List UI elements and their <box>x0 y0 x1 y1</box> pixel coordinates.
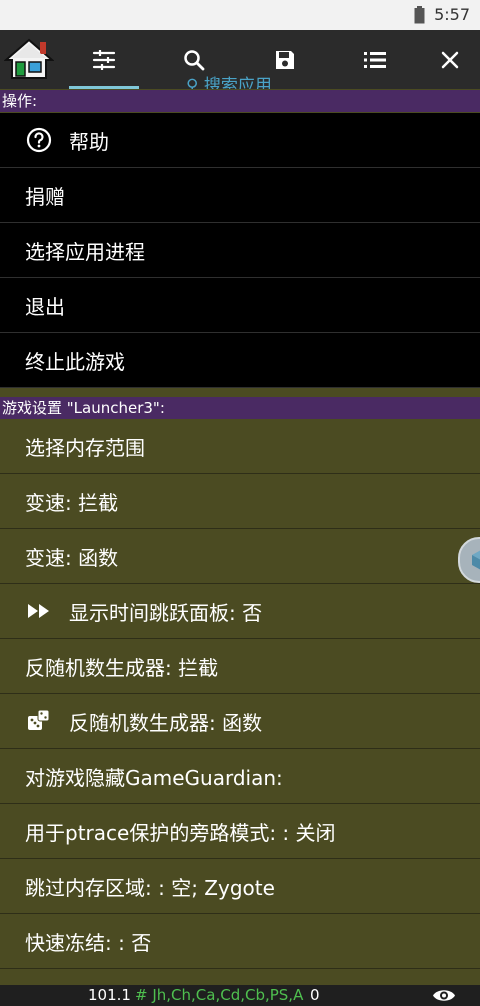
menu-item-speedhack-hook[interactable]: 变速: 拦截 <box>0 474 480 529</box>
save-icon <box>276 50 294 69</box>
menu-item-anti-rng-hook[interactable]: 反随机数生成器: 拦截 <box>0 639 480 694</box>
menu-item-kill-game[interactable]: 终止此游戏 <box>0 333 480 388</box>
menu-item-label: 反随机数生成器: 函数 <box>69 710 263 735</box>
result-count: 0 <box>310 986 320 1004</box>
menu-item-label: 选择内存范围 <box>25 435 145 460</box>
game-settings-header: 游戏设置 "Launcher3": <box>0 397 480 419</box>
help-circle-icon <box>25 126 53 154</box>
menu-item-ptrace-bypass[interactable]: 用于ptrace保护的旁路模式: : 关闭 <box>0 804 480 859</box>
bottom-status-bar: 101.1 # Jh,Ch,Ca,Cd,Cb,PS,A 0 <box>0 985 480 1006</box>
menu-item-label: 对游戏隐藏GameGuardian: <box>25 765 283 790</box>
menu-item-label: 反随机数生成器: 拦截 <box>25 655 219 680</box>
menu-item-label: 快速冻结: : 否 <box>25 930 152 955</box>
menu-item-label: 终止此游戏 <box>25 349 125 374</box>
status-bar: 5:57 <box>0 0 480 30</box>
menu-item-fast-freeze[interactable]: 快速冻结: : 否 <box>0 914 480 969</box>
menu-item-label: 选择应用进程 <box>25 239 145 264</box>
menu-item-exit[interactable]: 退出 <box>0 278 480 333</box>
clock: 5:57 <box>434 5 470 24</box>
menu-item-help[interactable]: 帮助 <box>0 113 480 168</box>
menu-item-label: 用于ptrace保护的旁路模式: : 关闭 <box>25 820 336 845</box>
memory-value: 101.1 <box>88 986 131 1004</box>
close-button[interactable] <box>415 30 480 89</box>
menu-item-hide-gameguardian[interactable]: 对游戏隐藏GameGuardian: <box>0 749 480 804</box>
tab-settings[interactable] <box>69 30 139 89</box>
game-settings-menu: 选择内存范围 变速: 拦截 变速: 函数 显示时间跳跃面板: 否 反随机数生成器… <box>0 419 480 969</box>
list-button[interactable] <box>340 30 410 89</box>
menu-item-label: 变速: 拦截 <box>25 490 119 515</box>
actions-menu: 帮助 捐赠 选择应用进程 退出 终止此游戏 <box>0 113 480 388</box>
ghost-search-label: 搜索应用 <box>203 76 272 89</box>
menu-item-skip-memory-regions[interactable]: 跳过内存区域: : 空; Zygote <box>0 859 480 914</box>
menu-item-label: 跳过内存区域: : 空; Zygote <box>25 875 275 900</box>
menu-item-memory-range[interactable]: 选择内存范围 <box>0 419 480 474</box>
menu-item-label: 退出 <box>25 294 65 319</box>
menu-item-donate[interactable]: 捐赠 <box>0 168 480 223</box>
menu-item-label: 帮助 <box>69 129 109 154</box>
menu-item-anti-rng-function[interactable]: 反随机数生成器: 函数 <box>0 694 480 749</box>
cube-icon <box>472 550 480 570</box>
menu-item-label: 捐赠 <box>25 184 65 209</box>
eye-icon[interactable] <box>432 987 456 1004</box>
sliders-icon <box>92 49 116 70</box>
menu-item-label: 显示时间跳跃面板: 否 <box>69 600 263 625</box>
search-icon <box>184 49 205 70</box>
menu-item-speedhack-function[interactable]: 变速: 函数 <box>0 529 480 584</box>
list-icon <box>364 51 386 68</box>
close-icon <box>441 51 459 68</box>
menu-item-select-process[interactable]: 选择应用进程 <box>0 223 480 278</box>
actions-header: 操作: <box>0 90 480 112</box>
fast-forward-icon <box>25 597 53 625</box>
ghost-search-icon: ⚲ <box>186 76 199 89</box>
battery-icon <box>414 6 425 24</box>
menu-item-time-jump-panel[interactable]: 显示时间跳跃面板: 否 <box>0 584 480 639</box>
menu-item-label: 变速: 函数 <box>25 545 119 570</box>
ghost-search-hint: ⚲ 搜索应用 <box>186 72 272 89</box>
memory-regions: # Jh,Ch,Ca,Cd,Cb,PS,A <box>135 986 304 1004</box>
dice-icon <box>25 707 53 735</box>
app-logo-icon[interactable] <box>4 38 54 80</box>
